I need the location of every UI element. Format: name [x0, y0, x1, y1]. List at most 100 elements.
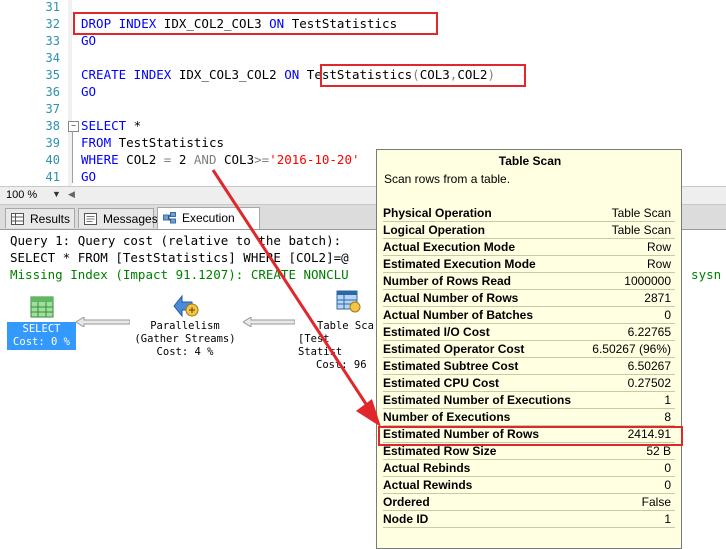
identifier: 2: [171, 152, 194, 167]
property-value: 52 B: [646, 444, 671, 458]
node-cost: Cost: 4 %: [156, 346, 214, 358]
messages-icon: [84, 213, 97, 225]
tooltip-property-row: Actual Execution Mode Row: [383, 239, 675, 256]
property-value: 6.50267 (96%): [592, 342, 671, 356]
keyword: GO: [81, 84, 97, 99]
property-value: 1000000: [624, 274, 671, 288]
identifier: IDX_COL3_COL2: [171, 67, 285, 82]
operator-properties-tooltip: Table Scan Scan rows from a table. Physi…: [376, 149, 683, 549]
tooltip-property-row: Estimated Execution Mode Row: [383, 256, 675, 273]
query-cost-line: Query 1: Query cost (relative to the bat…: [10, 233, 349, 248]
property-value: Table Scan: [611, 223, 671, 237]
property-label: Estimated I/O Cost: [383, 325, 490, 339]
operator: >=: [254, 152, 270, 167]
line-number: 31: [45, 0, 60, 14]
keyword: WHERE: [81, 152, 119, 167]
property-value: Table Scan: [611, 206, 671, 220]
line-number: 38: [45, 119, 60, 133]
execution-plan-icon: [163, 212, 176, 224]
property-label: Physical Operation: [383, 206, 492, 220]
node-name: Table Sca: [317, 320, 374, 332]
property-value: 0: [664, 478, 671, 492]
identifier: TestStatistics: [111, 135, 224, 150]
missing-index-text: Missing Index (Impact 91.1207): CREATE N…: [10, 267, 349, 282]
tab-execution-plan[interactable]: Execution plan: [157, 207, 260, 245]
property-label: Number of Executions: [383, 410, 511, 424]
tooltip-property-row: Number of Executions 8: [383, 409, 675, 426]
property-label: Actual Number of Rows: [383, 291, 519, 305]
property-value: 6.22765: [627, 325, 671, 339]
property-label: Number of Rows Read: [383, 274, 512, 288]
line-number: 41: [45, 170, 60, 184]
select-node-icon[interactable]: [30, 296, 54, 318]
property-value: 1: [664, 512, 671, 526]
tooltip-property-row: Actual Rewinds 0: [383, 477, 675, 494]
property-value: Row: [646, 240, 671, 254]
property-label: Estimated CPU Cost: [383, 376, 500, 390]
code-line-go[interactable]: GO: [81, 168, 96, 185]
property-label: Logical Operation: [383, 223, 486, 237]
property-value: Row: [646, 257, 671, 271]
tooltip-property-row: Estimated CPU Cost 0.27502: [383, 375, 675, 392]
property-label: Estimated Operator Cost: [383, 342, 525, 356]
annotation-box-create-index: [320, 64, 526, 87]
chevron-down-icon[interactable]: ▼: [52, 189, 61, 199]
property-value: 8: [664, 410, 671, 424]
code-line-from[interactable]: FROM TestStatistics: [81, 134, 224, 151]
annotation-box-estimated-rows: [378, 426, 683, 446]
property-value: 0: [664, 308, 671, 322]
tooltip-property-row: Actual Number of Batches 0: [383, 307, 675, 324]
plan-node-select[interactable]: SELECT Cost: 0 %: [7, 322, 76, 350]
missing-index-line[interactable]: Missing Index (Impact 91.1207): CREATE N…: [10, 266, 349, 283]
property-label: Actual Rebinds: [383, 461, 471, 475]
zoom-level[interactable]: 100 %: [6, 189, 37, 201]
tooltip-property-row: Estimated Operator Cost 6.50267 (96%): [383, 341, 675, 358]
keyword: GO: [81, 169, 97, 184]
tooltip-description: Scan rows from a table.: [384, 172, 511, 186]
keyword: ON: [284, 67, 300, 82]
collapse-icon[interactable]: −: [68, 121, 79, 132]
code-line-go[interactable]: GO: [81, 83, 96, 100]
line-number: 32: [45, 17, 60, 31]
tab-label: Results: [30, 212, 71, 226]
node-subtitle: [Test Statist: [298, 333, 343, 358]
table-scan-node-icon[interactable]: [336, 290, 362, 314]
parallelism-node-icon[interactable]: [172, 292, 200, 318]
property-value: 2871: [644, 291, 671, 305]
keyword: FROM: [81, 135, 112, 150]
tooltip-property-row: Physical Operation Table Scan: [383, 205, 675, 222]
identifier: *: [126, 118, 142, 133]
tooltip-property-row: Actual Rebinds 0: [383, 460, 675, 477]
plan-node-table-scan[interactable]: Table Sca [Test Statist Cost: 96: [298, 320, 378, 372]
line-number: 40: [45, 153, 60, 167]
property-label: Actual Execution Mode: [383, 240, 516, 254]
plan-node-parallelism[interactable]: Parallelism (Gather Streams) Cost: 4 %: [126, 320, 244, 359]
property-label: Ordered: [383, 495, 430, 509]
fold-guide: [72, 131, 73, 183]
tab-messages[interactable]: Messages: [78, 208, 158, 228]
tooltip-property-row: Logical Operation Table Scan: [383, 222, 675, 239]
identifier: COL2: [118, 152, 164, 167]
tooltip-property-row: Actual Number of Rows 2871: [383, 290, 675, 307]
operator: AND: [193, 152, 217, 167]
node-name: Parallelism: [150, 320, 220, 332]
grid-icon: [11, 213, 24, 225]
keyword: SELECT: [81, 118, 127, 133]
line-number: 36: [45, 85, 60, 99]
node-cost: Cost: 0 %: [13, 336, 70, 348]
line-number: 33: [45, 34, 60, 48]
identifier: COL3: [216, 152, 255, 167]
property-label: Estimated Row Size: [383, 444, 497, 458]
flow-arrow-icon: [76, 317, 130, 327]
tooltip-title: Table Scan: [498, 154, 562, 168]
code-line-where[interactable]: WHERE COL2 = 2 AND COL3>='2016-10-20': [81, 151, 360, 168]
tooltip-property-row: Ordered False: [383, 494, 675, 511]
property-label: Estimated Number of Executions: [383, 393, 572, 407]
tab-results[interactable]: Results: [5, 208, 75, 228]
keyword: GO: [81, 33, 97, 48]
annotation-box-drop-index: [73, 12, 438, 35]
property-label: Estimated Subtree Cost: [383, 359, 519, 373]
code-line-select[interactable]: SELECT *: [81, 117, 141, 134]
scroll-left-icon[interactable]: ◀: [68, 189, 75, 200]
flow-arrow-icon: [243, 317, 295, 327]
